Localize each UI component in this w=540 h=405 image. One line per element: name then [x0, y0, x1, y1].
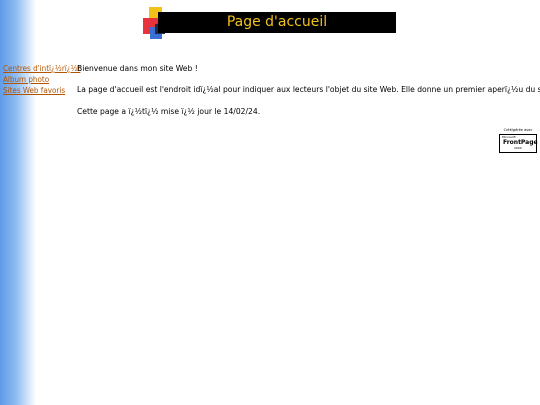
nav-link-centres-interet[interactable]: Centres d'intï¿½rï¿½t: [3, 63, 80, 74]
nav-link-album-photo[interactable]: Album photo: [3, 74, 80, 85]
page-title-banner: Page d'accueil: [158, 12, 396, 33]
frontpage-logo-box: Microsoft FrontPage 2000: [499, 134, 538, 153]
description-text: La page d'accueil est l'endroit idï¿½al …: [77, 85, 540, 94]
nav-link-sites-favoris[interactable]: Sites Web favoris: [3, 85, 80, 96]
frontpage-badge-caption: Créé/gérée avec: [503, 128, 533, 132]
updated-text: Cette page a ï¿½tï¿½ mise ï¿½ jour le 14…: [77, 107, 261, 116]
left-gradient-band: [0, 0, 36, 405]
page: Page d'accueil Centres d'intï¿½rï¿½t Alb…: [0, 0, 540, 405]
nav-links: Centres d'intï¿½rï¿½t Album photo Sites …: [3, 63, 80, 96]
frontpage-badge[interactable]: Créé/gérée avec Microsoft FrontPage 2000: [499, 128, 538, 153]
welcome-text: Bienvenue dans mon site Web !: [77, 64, 198, 73]
frontpage-brand: FrontPage: [503, 139, 538, 146]
frontpage-year: 2000: [514, 146, 522, 150]
